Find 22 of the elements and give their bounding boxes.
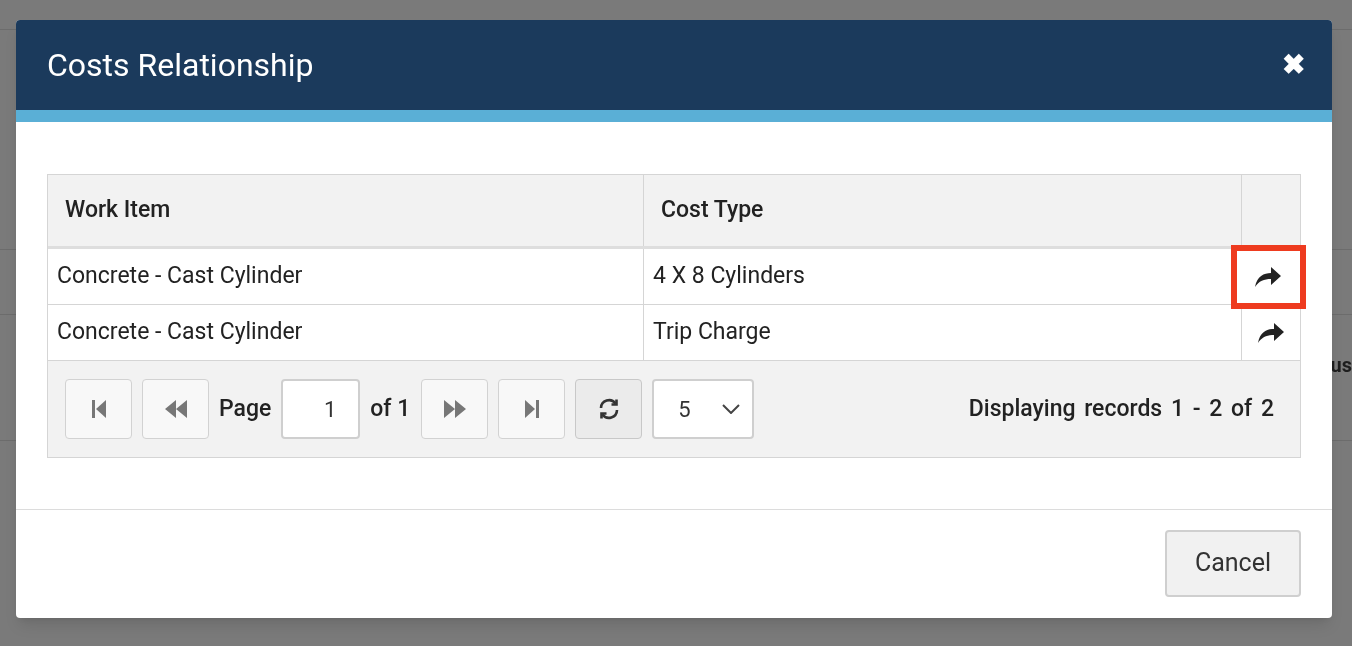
refresh-button[interactable] bbox=[575, 379, 643, 439]
chevron-down-icon bbox=[722, 404, 741, 414]
last-page-icon bbox=[523, 399, 540, 419]
cancel-button[interactable]: Cancel bbox=[1165, 529, 1301, 597]
page-count-label: of 1 bbox=[370, 393, 411, 424]
page-input[interactable]: 1 bbox=[281, 379, 361, 439]
first-page-icon bbox=[90, 399, 107, 419]
table-cell: Concrete - Cast Cylinder bbox=[48, 249, 644, 304]
rewind-icon bbox=[163, 399, 188, 419]
curved-arrow-icon bbox=[1257, 321, 1285, 344]
share-button[interactable] bbox=[1230, 244, 1306, 309]
table-cell: Trip Charge bbox=[644, 305, 1242, 360]
background-text: us bbox=[1330, 355, 1352, 375]
records-summary: Displaying records 1 - 2 of 2 bbox=[968, 393, 1275, 424]
curved-arrow-icon bbox=[1254, 265, 1282, 288]
close-button[interactable]: ✖ bbox=[1282, 51, 1305, 79]
table-cell: Concrete - Cast Cylinder bbox=[48, 305, 644, 360]
column-header: Work Item bbox=[48, 175, 644, 246]
fast-forward-icon bbox=[442, 399, 467, 419]
page-label: Page bbox=[219, 393, 272, 424]
dialog-title: Costs Relationship bbox=[47, 45, 314, 86]
page-size-select[interactable]: 5 bbox=[652, 379, 755, 439]
